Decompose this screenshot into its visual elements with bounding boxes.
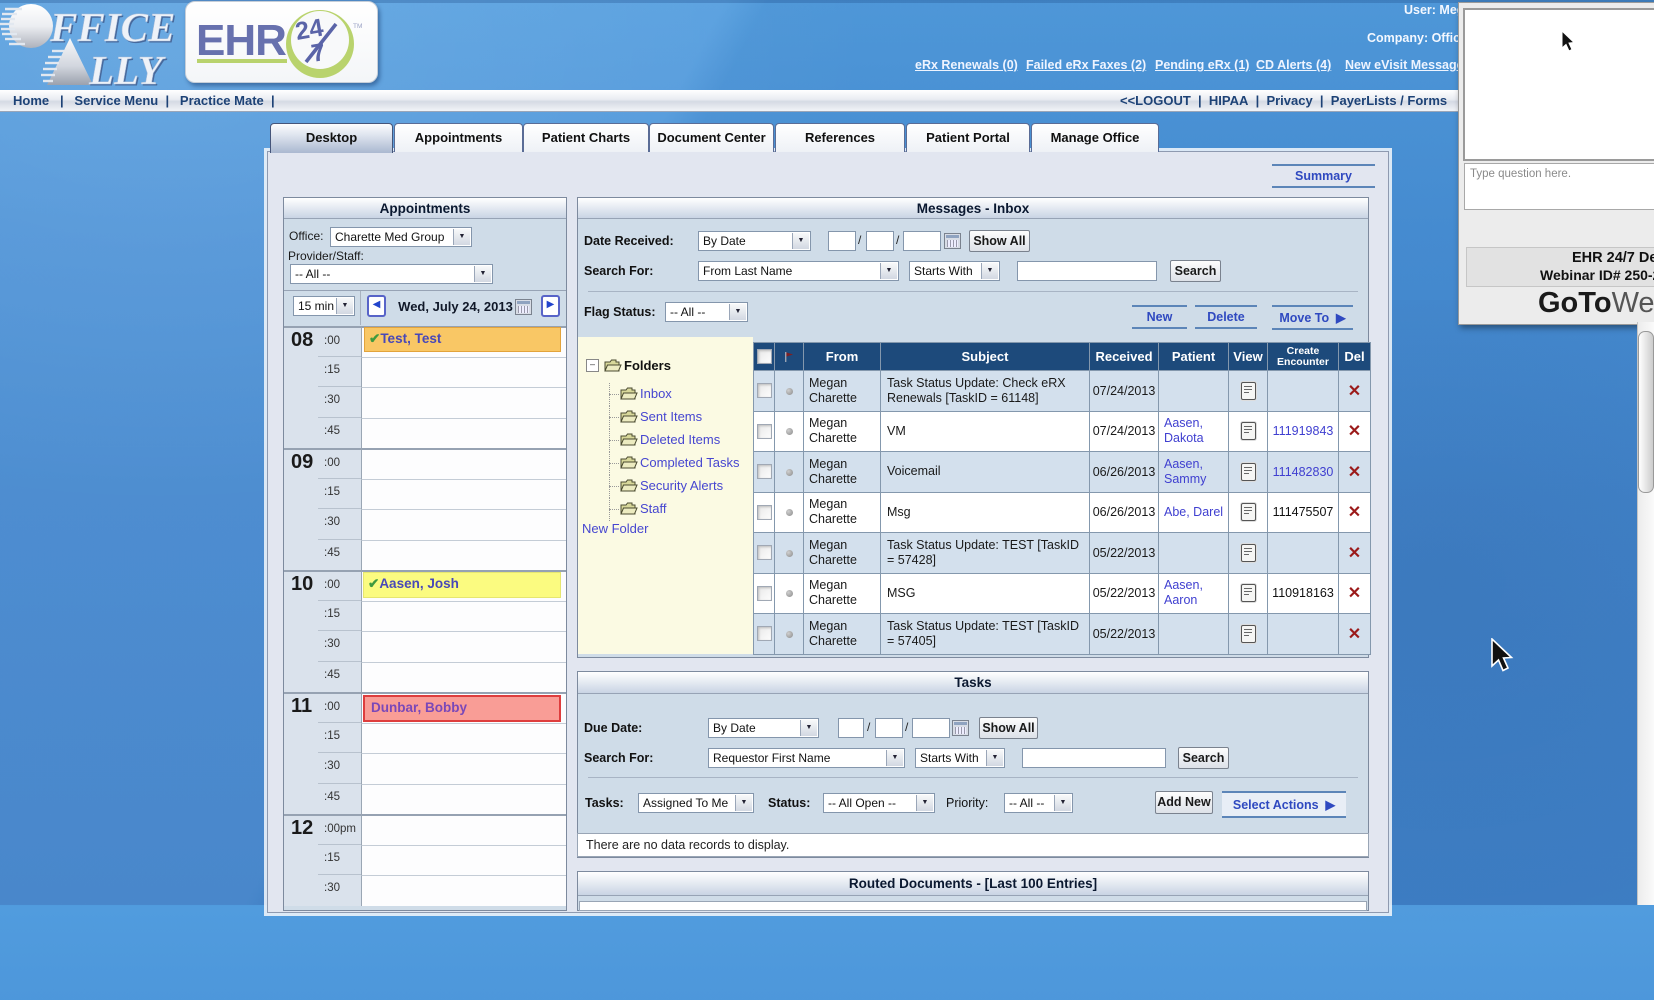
svg-text:EHR: EHR xyxy=(196,16,286,65)
svg-text:LLY: LLY xyxy=(88,47,167,92)
svg-text:TM: TM xyxy=(353,23,362,30)
